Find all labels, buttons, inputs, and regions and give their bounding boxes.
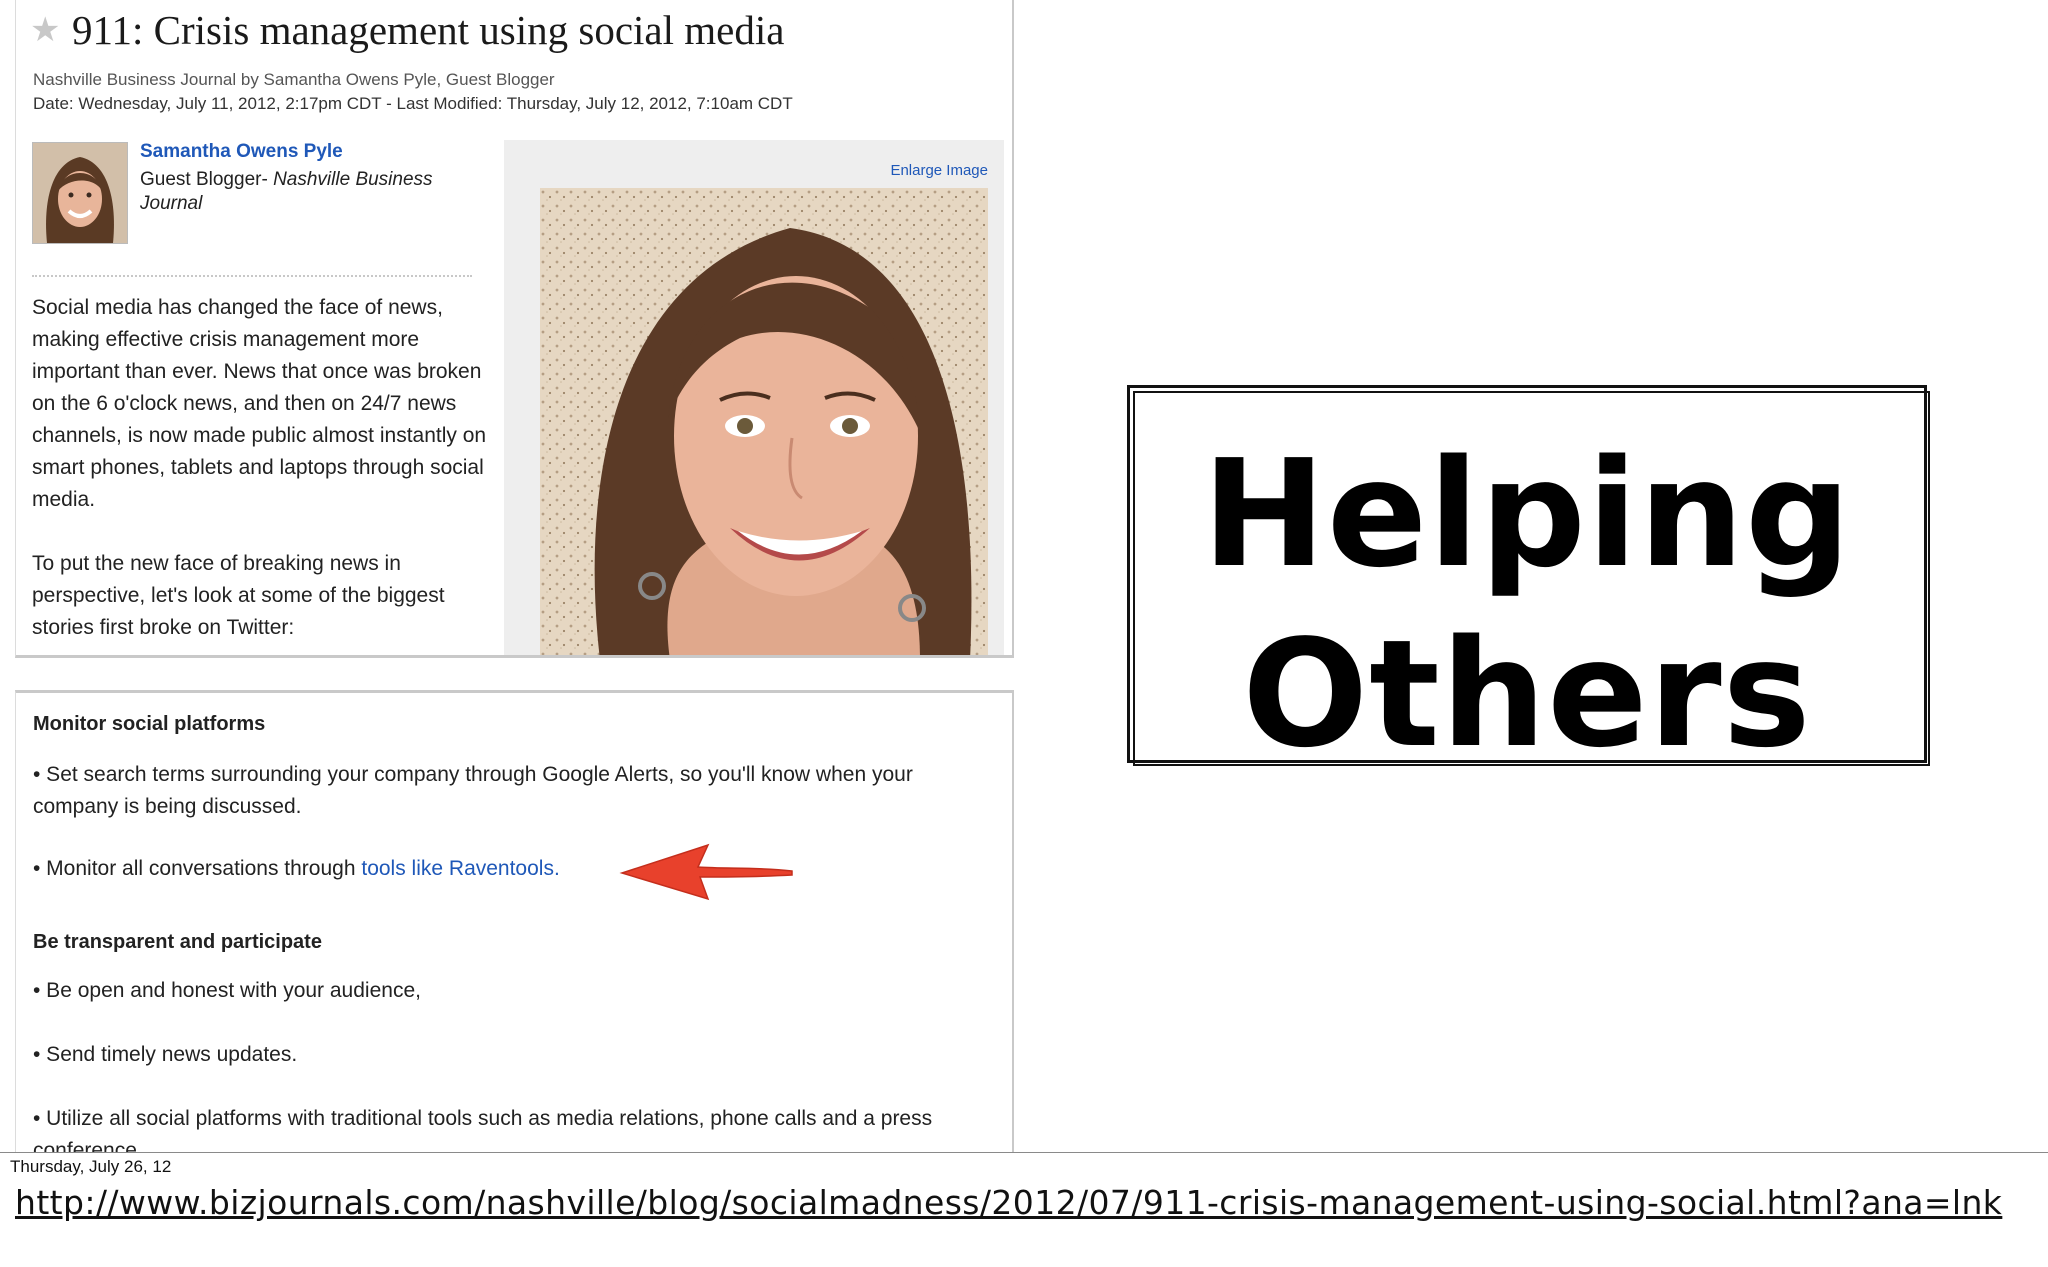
raventools-link[interactable]: tools like Raventools.	[361, 857, 559, 880]
section-heading-monitor: Monitor social platforms	[33, 713, 266, 735]
enlarge-image-link[interactable]: Enlarge Image	[890, 162, 988, 179]
article-title: 911: Crisis management using social medi…	[72, 7, 785, 53]
author-feature-photo	[540, 188, 988, 655]
bullet-item: • Be open and honest with your audience,	[33, 979, 421, 1002]
slide: ★ 911: Crisis management using social me…	[0, 0, 2048, 1153]
section-heading-transparent: Be transparent and participate	[33, 931, 322, 953]
helping-others-card: Helping Others	[1127, 385, 1930, 780]
author-role: Guest Blogger- Nashville Business Journa…	[140, 168, 460, 216]
bullet-item: • Monitor all conversations through tool…	[33, 853, 993, 885]
article-byline: Nashville Business Journal by Samantha O…	[33, 70, 555, 89]
star-icon[interactable]: ★	[30, 10, 60, 50]
red-arrow-icon	[619, 843, 793, 901]
author-name-link[interactable]: Samantha Owens Pyle	[140, 141, 343, 163]
article-screenshot-top: ★ 911: Crisis management using social me…	[15, 0, 1014, 658]
slide-date: Thursday, July 26, 12	[10, 1157, 172, 1176]
author-avatar	[32, 142, 128, 244]
slide-headline-line1: Helping	[1202, 428, 1852, 600]
article-paragraph: To put the new face of breaking news in …	[32, 552, 445, 639]
slide-headline-line2: Others	[1242, 608, 1812, 780]
author-role-prefix: Guest Blogger-	[140, 169, 274, 190]
bullet-item: • Set search terms surrounding your comp…	[33, 763, 913, 818]
article-date: Date: Wednesday, July 11, 2012, 2:17pm C…	[33, 94, 793, 113]
source-url-link[interactable]: http://www.bizjournals.com/nashville/blo…	[15, 1182, 2015, 1224]
slide-headline: Helping Others	[1130, 424, 1924, 784]
article-paragraph: Social media has changed the face of new…	[32, 296, 487, 511]
article-screenshot-bottom: Monitor social platforms • Set search te…	[15, 690, 1014, 1153]
feature-image-panel: Enlarge Image	[504, 140, 1004, 655]
bullet-item: • Utilize all social platforms with trad…	[33, 1107, 933, 1153]
bullet-text: • Monitor all conversations through	[33, 857, 362, 880]
bullet-item: • Send timely news updates.	[33, 1043, 298, 1066]
divider	[32, 275, 472, 277]
